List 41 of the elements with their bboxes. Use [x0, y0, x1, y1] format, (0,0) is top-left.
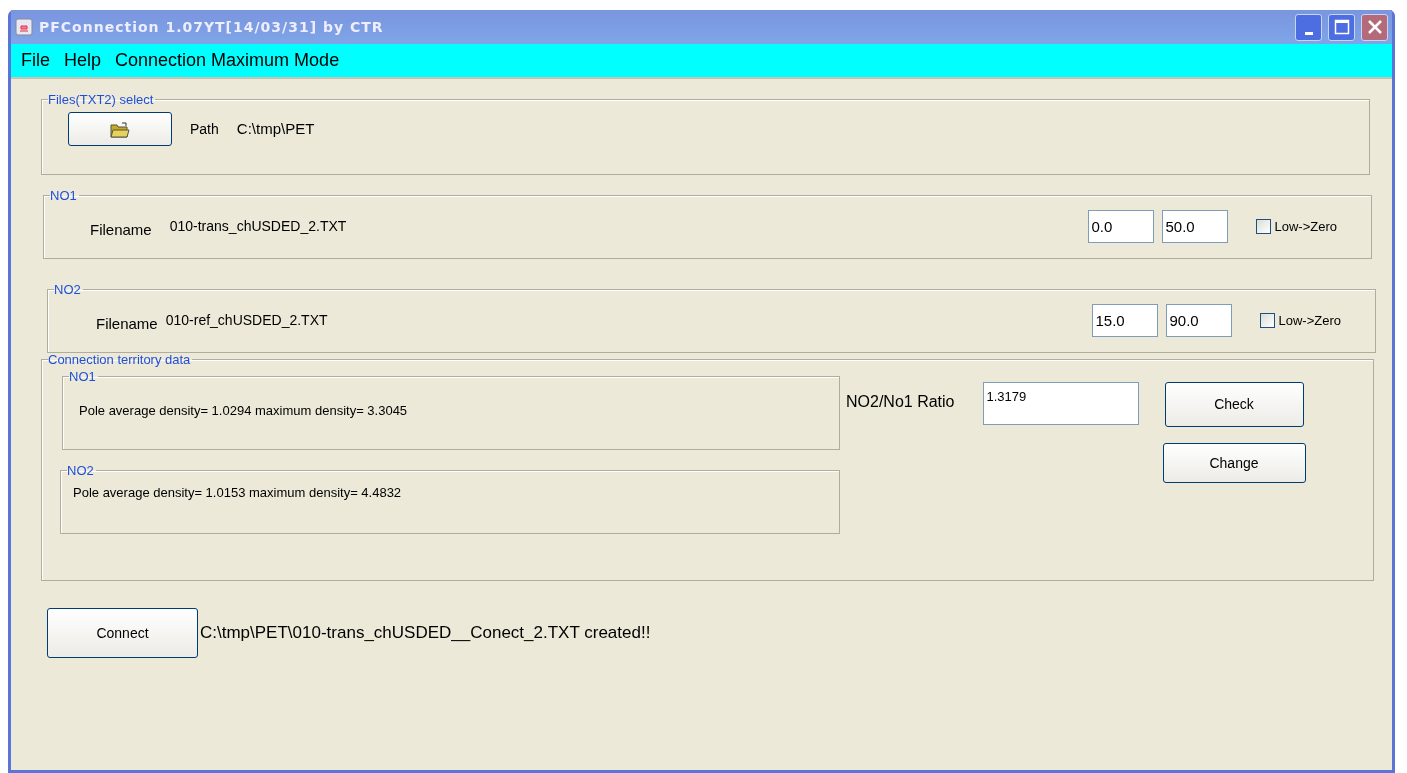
menu-item[interactable]: Help — [62, 47, 104, 74]
window-title: PFConnection 1.07YT[14/03/31] by CTR — [39, 17, 385, 37]
menu-item[interactable]: File — [19, 47, 52, 74]
low-field[interactable]: 15.0 — [1091, 304, 1158, 337]
checkbox[interactable] — [1255, 219, 1271, 234]
density-text: Pole average density= 1.0294 maximum density= 3.3045 — [79, 402, 409, 420]
status-message: C:\tmp\PET\010-trans_chUSDED__Conect_2.TXT created!! — [200, 622, 651, 645]
group-title: NO1 — [50, 189, 78, 202]
filename-value: 010-trans_chUSDED_2.TXT — [169, 217, 347, 236]
folder-icon — [110, 121, 130, 138]
filename-label: Filename — [96, 314, 158, 335]
group-title: NO1 — [69, 370, 97, 383]
filename-value: 010-ref_chUSDED_2.TXT — [165, 311, 328, 330]
change-button[interactable]: Change — [1162, 443, 1306, 483]
high-field[interactable]: 90.0 — [1165, 304, 1232, 337]
group-title: Connection territory data — [48, 353, 192, 366]
ratio-field[interactable]: 1.3179 — [982, 382, 1139, 425]
path-value: C:\tmp\PET — [236, 118, 315, 139]
ratio-label: NO2/No1 Ratio — [846, 392, 955, 412]
app-icon — [15, 18, 33, 36]
close-icon — [1366, 19, 1383, 35]
checkbox-label: Low->Zero — [1278, 311, 1341, 330]
minimize-icon — [1304, 31, 1313, 35]
high-field[interactable]: 50.0 — [1161, 210, 1228, 243]
close-button[interactable] — [1361, 13, 1388, 41]
density-text: Pole average density= 1.0153 maximum density= 4.4832 — [73, 484, 403, 502]
maximize-button[interactable] — [1328, 13, 1355, 41]
low-field[interactable]: 0.0 — [1087, 210, 1154, 243]
group-title: Files(TXT2) select — [48, 93, 155, 106]
group-title: NO2 — [54, 283, 82, 296]
connect-button[interactable]: Connect — [47, 608, 198, 658]
path-label: Path — [190, 119, 219, 139]
maximize-icon — [1333, 19, 1350, 35]
check-button[interactable]: Check — [1164, 382, 1304, 427]
menu-item[interactable]: Connection Maximum Mode — [113, 47, 342, 74]
group-title: NO2 — [67, 464, 95, 477]
checkbox-label: Low->Zero — [1274, 217, 1337, 236]
filename-label: Filename — [90, 220, 152, 241]
checkbox[interactable] — [1259, 313, 1275, 328]
open-folder-button[interactable] — [68, 112, 172, 146]
minimize-button[interactable] — [1295, 13, 1322, 41]
